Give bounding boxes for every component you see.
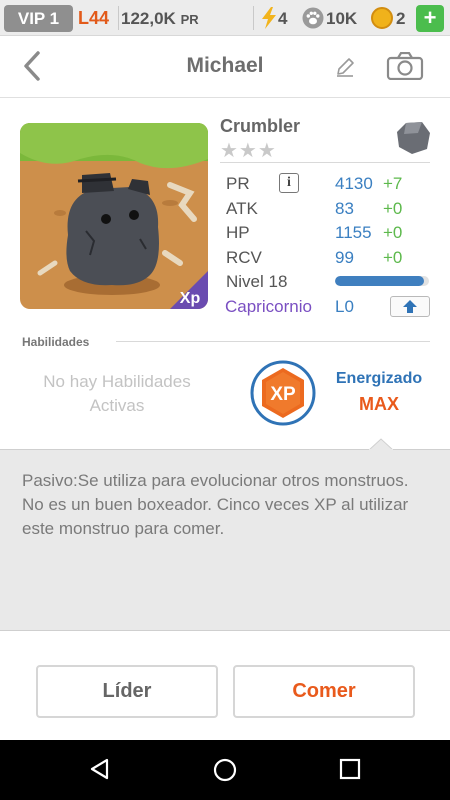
stat-value-rcv: 99 <box>335 248 354 267</box>
monster-name: Crumbler <box>220 116 301 136</box>
coin-count: 2 <box>396 9 406 28</box>
divider <box>253 6 254 30</box>
add-currency-button[interactable]: + <box>416 5 444 32</box>
zodiac-level: L0 <box>335 297 354 316</box>
stat-value-hp: 1155 <box>335 223 372 242</box>
divider <box>118 6 119 30</box>
stat-bonus-hp: +0 <box>383 223 403 242</box>
nav-back-icon[interactable] <box>88 757 112 781</box>
info-button[interactable]: i <box>279 173 299 193</box>
power-rating-value: 122,0K <box>121 9 176 28</box>
level-label: Nivel 18 <box>226 272 288 291</box>
camera-icon[interactable] <box>386 52 424 80</box>
pencil-icon[interactable] <box>334 56 356 78</box>
divider <box>220 162 430 163</box>
pointer-arrow <box>369 438 393 451</box>
monster-image: Xp <box>20 123 208 309</box>
energy-count: 4 <box>278 9 288 28</box>
rock-icon <box>397 122 430 154</box>
stat-label-hp: HP <box>226 223 250 242</box>
divider <box>116 341 430 342</box>
stat-bonus-rcv: +0 <box>383 248 403 267</box>
power-rating: 122,0K PR <box>121 8 199 31</box>
xp-corner-label: Xp <box>180 290 201 307</box>
monster-portrait: Xp <box>20 123 208 309</box>
header: Michael <box>0 36 450 98</box>
page-title: Michael <box>186 54 264 77</box>
vip-badge[interactable]: VIP 1 <box>4 5 73 32</box>
stat-value-atk: 83 <box>335 199 354 218</box>
energy-bolt-icon <box>262 7 276 29</box>
paw-icon <box>302 7 324 29</box>
coin-icon <box>371 7 393 29</box>
stat-value-pr: 4130 <box>335 174 373 193</box>
stat-bonus-pr: +7 <box>383 174 403 193</box>
zodiac-sign[interactable]: Capricornio <box>225 297 312 317</box>
status-bar: VIP 1 L44 122,0K PR 4 10K 2 + <box>0 0 450 36</box>
nav-home-icon[interactable] <box>212 757 238 783</box>
eat-button[interactable]: Comer <box>233 665 415 718</box>
nav-recent-apps-icon[interactable] <box>339 758 361 780</box>
stat-label-pr: PR <box>226 174 250 193</box>
no-abilities-text: No hay Habilidades Activas <box>43 372 191 415</box>
xp-badge-label: XP <box>270 384 296 405</box>
arrow-up-icon <box>403 300 417 313</box>
paw-count: 10K <box>326 9 358 28</box>
level-progress-bar <box>335 276 429 286</box>
level-progress-fill <box>335 276 425 286</box>
description-text: Pasivo:Se utiliza para evolucionar otros… <box>22 471 409 538</box>
stat-bonus-atk: +0 <box>383 199 403 218</box>
rarity-stars: ★★★ <box>220 140 277 162</box>
energized-value: MAX <box>359 394 399 414</box>
upgrade-button[interactable] <box>390 296 430 317</box>
abilities-title: Habilidades <box>22 335 90 349</box>
player-level: L44 <box>78 8 110 28</box>
stat-label-atk: ATK <box>226 199 258 218</box>
xp-badge-icon: XP <box>250 360 316 426</box>
power-rating-unit: PR <box>180 12 199 27</box>
leader-button[interactable]: Líder <box>36 665 218 718</box>
android-nav-bar <box>0 740 450 800</box>
energized-label: Energizado <box>335 370 423 387</box>
back-arrow-icon[interactable] <box>22 50 42 82</box>
stat-label-rcv: RCV <box>226 248 262 267</box>
